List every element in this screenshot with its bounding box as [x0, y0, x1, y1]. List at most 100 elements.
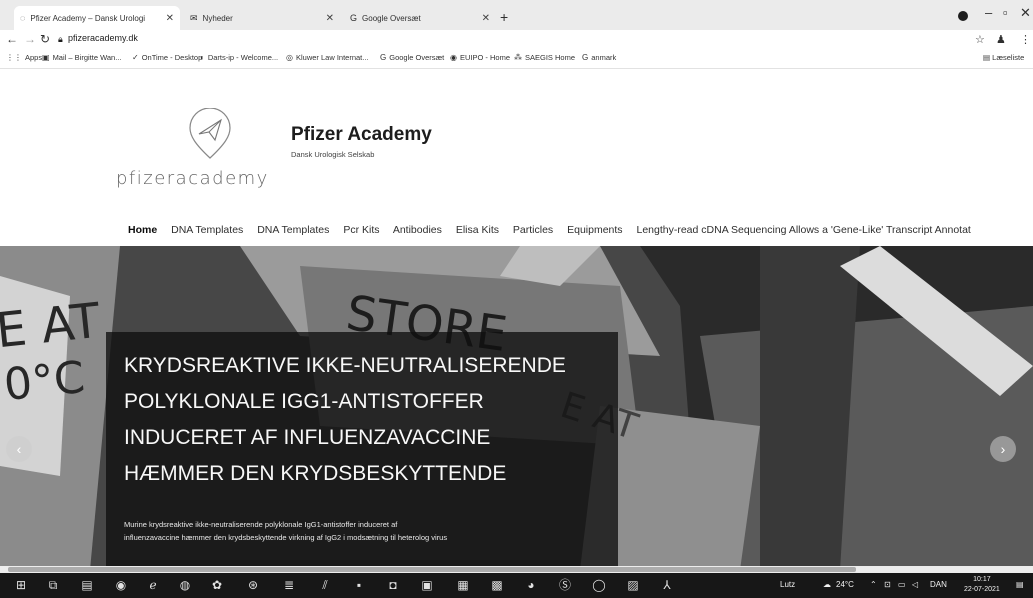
windows-taskbar: ⊞ ⧉ ▤ ◉ ℯ ◍ ✿ ⊛ ≣ ⫽ ▪ ◘ ▣ ▦ ▩ ◕ Ⓢ ◯ ▨ ⅄ … — [0, 573, 1033, 598]
tray-chevron-icon[interactable]: ⌃ — [870, 580, 877, 589]
tray-user[interactable]: Lutz — [780, 580, 795, 589]
display-icon[interactable]: ▭ — [898, 580, 906, 589]
slider-next-icon[interactable]: › — [990, 436, 1016, 462]
notifications-icon[interactable]: ▤ — [1016, 580, 1024, 589]
hero-title-line: KRYDSREAKTIVE IKKE-NEUTRALISERENDE — [124, 354, 566, 377]
translate-icon: G — [350, 13, 358, 23]
bookmark-apps[interactable]: ⋮⋮ Apps — [6, 53, 42, 62]
outlook-icon[interactable]: ◘ — [386, 578, 400, 592]
app-icon[interactable]: ▨ — [626, 578, 640, 592]
weather-temp[interactable]: 24°C — [836, 580, 854, 589]
close-window-icon[interactable]: ✕ — [1020, 5, 1031, 21]
url-field[interactable]: pfizeracademy.dk — [68, 33, 138, 43]
bookmark-ontime[interactable]: ✓ OnTime - Desktop — [132, 53, 202, 62]
extensions-icon[interactable]: ♟ — [996, 33, 1006, 46]
chrome-icon[interactable]: ◉ — [114, 578, 128, 592]
nav-equipments[interactable]: Equipments — [567, 224, 622, 236]
slider-prev-icon[interactable]: ‹ — [6, 436, 32, 462]
hero-slider: E AT 0°C STORE E AT KRYDSREAKTIVE IKKE-N… — [0, 246, 1033, 570]
file-explorer-icon[interactable]: ▤ — [80, 578, 94, 592]
hero-title[interactable]: KRYDSREAKTIVE IKKE-NEUTRALISERENDE POLYK… — [124, 348, 614, 492]
bookmark-euipo[interactable]: ◉ EUIPO - Home — [450, 53, 510, 62]
bookmark-kluwer[interactable]: ◎ Kluwer Law Internat... — [286, 53, 369, 62]
tab-pfizer-academy[interactable]: ◌ Pfizer Academy – Dansk Urologi ✕ — [14, 6, 180, 30]
nav-dna-templates[interactable]: DNA Templates — [171, 224, 243, 236]
google-icon: G — [582, 53, 589, 62]
network-icon[interactable]: ⊡ — [884, 580, 891, 589]
nav-dna-templates-2[interactable]: DNA Templates — [257, 224, 329, 236]
forward-icon[interactable]: → — [24, 32, 36, 46]
close-tab-icon[interactable]: ✕ — [482, 13, 490, 24]
bookmark-anmark[interactable]: Ganmark — [582, 53, 616, 62]
task-view-icon[interactable]: ⧉ — [46, 578, 60, 592]
tab-nyheder[interactable]: ✉ Nyheder ✕ — [184, 6, 340, 30]
nav-antibodies[interactable]: Antibodies — [393, 224, 442, 236]
maximize-icon[interactable]: ▫ — [1003, 5, 1008, 20]
volume-icon[interactable]: ◁ — [912, 580, 918, 589]
nav-elisa-kits[interactable]: Elisa Kits — [456, 224, 499, 236]
app-icon[interactable]: ⊛ — [246, 578, 260, 592]
hero-caption: KRYDSREAKTIVE IKKE-NEUTRALISERENDE POLYK… — [106, 332, 618, 570]
ontime-icon: ✓ — [132, 53, 139, 62]
back-icon[interactable]: ← — [6, 32, 18, 46]
bookmark-saegis[interactable]: ⁂ SAEGIS Home — [514, 53, 575, 62]
horizontal-scrollbar[interactable] — [0, 566, 1033, 573]
darts-icon: ◐ — [200, 53, 205, 62]
profile-icon[interactable] — [958, 11, 968, 21]
tab-label: Google Oversæt — [362, 13, 421, 23]
language-indicator[interactable]: DAN — [930, 580, 947, 589]
logo-text[interactable]: pfizeracademy — [116, 168, 269, 189]
tab-label: Nyheder — [202, 13, 233, 23]
bookmark-mail[interactable]: ▣ Mail – Birgitte Wan... — [42, 53, 121, 62]
app-icon[interactable]: ⫽ — [318, 578, 332, 592]
bookmark-darts-ip[interactable]: ◐ Darts-ip - Welcome... — [200, 53, 278, 62]
weather-icon[interactable]: ☁ — [823, 580, 831, 589]
system-clock[interactable]: 10:17 22-07-2021 — [964, 575, 1000, 595]
app-icon[interactable]: ≣ — [282, 578, 296, 592]
pdf-icon[interactable]: ⅄ — [660, 578, 674, 592]
new-tab-button[interactable]: + — [500, 9, 508, 25]
chrome-icon[interactable]: ◕ — [524, 578, 538, 592]
favicon-icon: ◌ — [20, 13, 26, 23]
saegis-icon: ⁂ — [514, 53, 522, 62]
close-tab-icon[interactable]: ✕ — [166, 13, 174, 24]
menu-icon[interactable]: ⋮ — [1020, 33, 1031, 46]
nav-pcr-kits[interactable]: Pcr Kits — [343, 224, 379, 236]
bg-label-left: E AT — [0, 292, 103, 360]
logo-icon[interactable] — [187, 108, 233, 160]
calculator-icon[interactable]: ▩ — [490, 578, 504, 592]
hero-title-line: INDUCERET AF INFLUENZAVACCINE — [124, 426, 491, 449]
internet-explorer-icon[interactable]: ℯ — [146, 578, 160, 592]
nav-lengthy-read[interactable]: Lengthy-read cDNA Sequencing Allows a 'G… — [636, 224, 970, 236]
outlook-icon: ▣ — [42, 53, 50, 62]
nav-particles[interactable]: Particles — [513, 224, 553, 236]
bookmark-google-translate[interactable]: G Google Oversæt — [380, 53, 444, 62]
browser-tab-strip: ◌ Pfizer Academy – Dansk Urologi ✕ ✉ Nyh… — [0, 0, 1033, 30]
start-windows-icon[interactable]: ⊞ — [14, 578, 28, 592]
reading-list[interactable]: ▤ Læseliste — [983, 53, 1024, 62]
site-title[interactable]: Pfizer Academy — [291, 124, 432, 146]
app-icon[interactable]: ◍ — [178, 578, 192, 592]
scrollbar-thumb[interactable] — [8, 567, 856, 572]
skype-icon[interactable]: Ⓢ — [558, 578, 572, 592]
word-icon[interactable]: ▣ — [420, 578, 434, 592]
bg-label-left-2: 0°C — [1, 351, 88, 412]
lock-icon: 🔒︎ — [58, 34, 63, 44]
app-icon[interactable]: ✿ — [210, 578, 224, 592]
tab-google-translate[interactable]: G Google Oversæt ✕ — [344, 6, 496, 30]
site-tagline: Dansk Urologisk Selskab — [291, 150, 375, 159]
app-icon[interactable]: ◯ — [592, 578, 606, 592]
app-icon[interactable]: ▪ — [352, 578, 366, 592]
close-tab-icon[interactable]: ✕ — [326, 13, 334, 24]
reload-icon[interactable]: ↻ — [40, 32, 50, 46]
minimize-icon[interactable]: – — [985, 5, 992, 20]
tab-label: Pfizer Academy – Dansk Urologi — [30, 13, 146, 23]
clock-time: 10:17 — [973, 576, 991, 583]
app-icon[interactable]: ▦ — [456, 578, 470, 592]
mail-icon: ✉ — [190, 12, 198, 23]
translate-icon: G — [380, 53, 387, 62]
nav-home[interactable]: Home — [128, 224, 157, 236]
bookmark-star-icon[interactable]: ☆ — [975, 33, 985, 46]
hero-excerpt: Murine krydsreaktive ikke-neutraliserend… — [124, 518, 614, 544]
kluwer-icon: ◎ — [286, 53, 293, 62]
